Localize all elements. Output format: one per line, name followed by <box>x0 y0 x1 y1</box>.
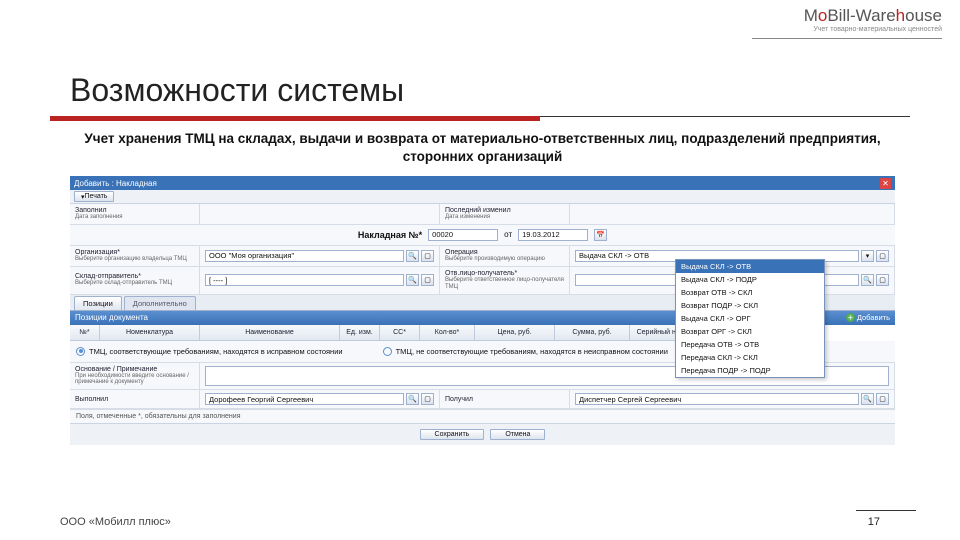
print-button[interactable]: ▾ Печать <box>74 191 114 202</box>
brand-logo: MoBill-Warehouse Учет товарно-материальн… <box>804 6 942 33</box>
tab-positions[interactable]: Позиции <box>74 296 122 310</box>
app-window: Добавить : Накладная ✕ ▾ Печать Заполнил… <box>70 176 895 498</box>
slide-title: Возможности системы <box>70 72 404 109</box>
required-footnote: Поля, отмеченные *, обязательны для запо… <box>70 409 895 423</box>
clear-icon[interactable]: ▢ <box>421 250 434 262</box>
doc-number-input[interactable]: 00020 <box>428 229 498 241</box>
brand-tagline: Учет товарно-материальных ценностей <box>804 26 942 33</box>
close-icon[interactable]: ✕ <box>880 178 891 189</box>
search-icon[interactable]: 🔍 <box>861 274 874 286</box>
receiver-input[interactable]: Диспетчер Сергей Сергеевич <box>575 393 859 405</box>
dropdown-icon[interactable]: ▾ <box>861 250 874 262</box>
search-icon[interactable]: 🔍 <box>861 393 874 405</box>
doc-date-input[interactable]: 19.03.2012 <box>518 229 588 241</box>
tab-additional[interactable]: Дополнительно <box>124 296 196 310</box>
footer-company: ООО «Мобилл плюс» <box>60 516 171 528</box>
add-row-button[interactable]: +Добавить <box>846 313 890 322</box>
footer-page: 17 <box>868 516 880 528</box>
condition-bad-radio[interactable]: ТМЦ, не соответствующие требованиям, нах… <box>383 347 668 356</box>
doc-number-label: Накладная №* <box>358 230 422 240</box>
operation-dropdown[interactable]: Выдача СКЛ -> ОТВ Выдача СКЛ -> ПОДР Воз… <box>675 259 825 378</box>
search-icon[interactable]: 🔍 <box>406 274 419 286</box>
search-icon[interactable]: 🔍 <box>406 250 419 262</box>
save-button[interactable]: Сохранить <box>420 429 485 440</box>
window-titlebar: Добавить : Накладная ✕ <box>70 176 895 190</box>
calendar-icon[interactable]: 📅 <box>594 229 607 241</box>
sender-input[interactable]: [ ---- ] <box>205 274 404 286</box>
search-icon[interactable]: 🔍 <box>406 393 419 405</box>
condition-ok-radio[interactable]: ТМЦ, соответствующие требованиям, находя… <box>76 347 343 356</box>
org-input[interactable]: ООО "Моя организация" <box>205 250 404 262</box>
window-title: Добавить : Накладная <box>74 179 157 188</box>
slide-subtitle: Учет хранения ТМЦ на складах, выдачи и в… <box>70 130 895 166</box>
performer-input[interactable]: Дорофеев Георгий Сергеевич <box>205 393 404 405</box>
cancel-button[interactable]: Отмена <box>490 429 545 440</box>
